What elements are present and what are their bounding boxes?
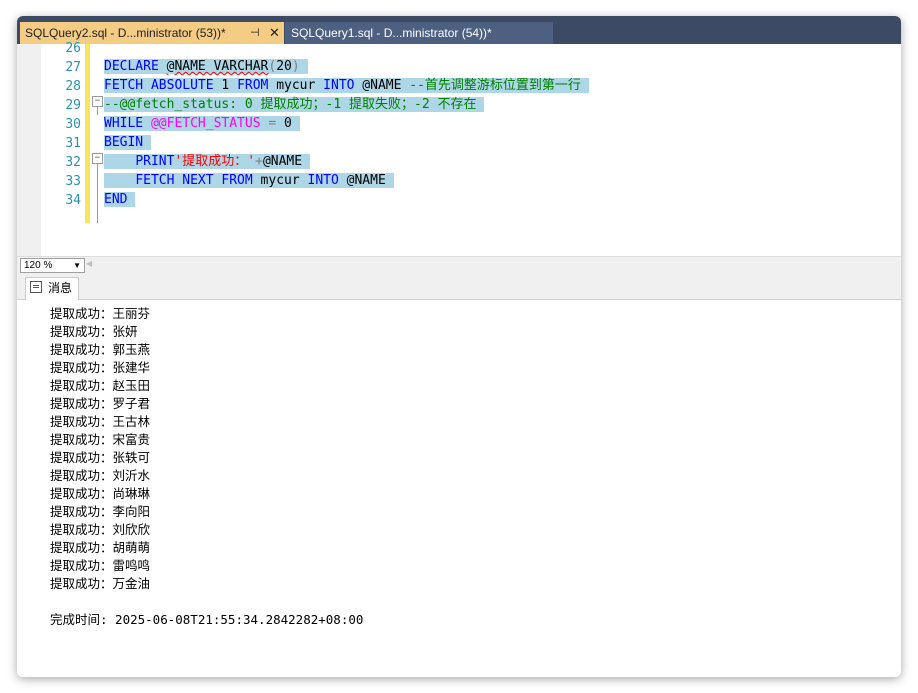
ssms-window: SQLQuery2.sql - D...ministrator (53))* ⊣… (17, 16, 901, 677)
code-token: 0 (276, 116, 292, 131)
code-token: --@@fetch_status: 0 提取成功；-1 提取失败；-2 不存在 (104, 97, 477, 112)
editor-status-bar: 120 % ▼ ◀ (17, 256, 901, 273)
selection-highlight: BEGIN (104, 135, 151, 150)
query-editor[interactable]: 26 − − 27 DECLARE @NAME VARCHAR(20) 28 FET… (17, 41, 901, 256)
code-token: @NAME (262, 154, 303, 169)
line-number: 27 (65, 60, 81, 75)
code-token: 20 (276, 59, 292, 74)
code-token: @NAME (354, 78, 410, 93)
line-number: 30 (65, 117, 81, 132)
code-token: INTO (307, 173, 339, 188)
results-tab-strip: 消息 (17, 273, 901, 300)
tab-messages[interactable]: 消息 (25, 277, 80, 300)
code-token: FETCH ABSOLUTE (104, 78, 214, 93)
editor-glyph-margin (17, 44, 41, 256)
code-line[interactable]: BEGIN (104, 134, 151, 152)
document-tab-bar: SQLQuery2.sql - D...ministrator (53))* ⊣… (17, 16, 901, 44)
selection-highlight: DECLARE @NAME VARCHAR(20) (104, 59, 308, 74)
message-line: 提取成功：李向阳 (50, 504, 151, 519)
code-line[interactable]: FETCH NEXT FROM mycur INTO @NAME (104, 172, 394, 190)
message-line: 提取成功：尚琳琳 (50, 486, 151, 501)
code-token: WHILE (104, 116, 144, 131)
line-number: 26 (65, 41, 81, 56)
message-line: 提取成功：王古林 (50, 414, 151, 429)
message-line: 提取成功：王丽芬 (50, 306, 151, 321)
tab-label: SQLQuery1.sql - D...ministrator (54))* (291, 26, 492, 40)
code-token: ) (291, 59, 300, 74)
zoom-value: 120 % (24, 260, 53, 271)
message-line: 提取成功：张建华 (50, 360, 151, 375)
message-line: 提取成功：刘沂水 (50, 468, 151, 483)
scroll-left-icon[interactable]: ◀ (86, 259, 92, 268)
line-number: 28 (65, 79, 81, 94)
selection-highlight: FETCH NEXT FROM mycur INTO @NAME (104, 173, 394, 188)
code-token: DECLARE (104, 59, 159, 74)
message-line: 提取成功：胡萌萌 (50, 540, 151, 555)
code-token: @NAME (338, 173, 386, 188)
message-line: 提取成功：张轶可 (50, 450, 151, 465)
change-tracking-bar (85, 44, 90, 223)
code-token: 1 (213, 78, 238, 93)
message-line: 提取成功：罗子君 (50, 396, 151, 411)
zoom-select[interactable]: 120 % ▼ (20, 258, 85, 273)
tab-messages-label: 消息 (48, 281, 73, 295)
code-token: INTO (323, 78, 355, 93)
message-line: 提取成功：郭玉燕 (50, 342, 151, 357)
message-line: 提取成功：张妍 (50, 324, 138, 339)
fold-toggle-icon[interactable]: − (92, 96, 103, 107)
message-line: 提取成功：雷鸣鸣 (50, 558, 151, 573)
code-token: END (104, 192, 128, 207)
code-token: + (255, 154, 263, 169)
code-token: @@FETCH_STATUS (150, 116, 261, 131)
close-icon[interactable]: ✕ (269, 22, 280, 44)
code-line[interactable]: PRINT'提取成功：'+@NAME (104, 153, 310, 171)
selection-highlight: --@@fetch_status: 0 提取成功；-1 提取失败；-2 不存在 (104, 97, 485, 112)
line-number: 34 (65, 193, 81, 208)
code-token: @NAME VARCHAR (166, 59, 269, 74)
line-number: 33 (65, 174, 81, 189)
code-token: mycur (252, 173, 308, 188)
message-line: 提取成功：宋富贵 (50, 432, 151, 447)
code-token: --首先调整游标位置到第一行 (409, 78, 581, 93)
code-token: mycur (268, 78, 324, 93)
line-number: 29 (65, 98, 81, 113)
message-line: 提取成功：赵玉田 (50, 378, 151, 393)
chevron-down-icon: ▼ (73, 261, 81, 270)
code-token: '提取成功：' (174, 154, 256, 169)
code-line[interactable]: WHILE @@FETCH_STATUS = 0 (104, 115, 300, 133)
line-number: 31 (65, 136, 81, 151)
code-line[interactable]: END (104, 191, 136, 209)
fold-toggle-icon[interactable]: − (92, 153, 103, 164)
selection-highlight: FETCH ABSOLUTE 1 FROM mycur INTO @NAME -… (104, 78, 589, 93)
fold-guide (97, 158, 98, 223)
code-token: PRINT (135, 154, 175, 169)
code-token: FROM (237, 78, 269, 93)
tab-sqlquery1[interactable]: SQLQuery1.sql - D...ministrator (54))* (285, 22, 553, 44)
code-token: BEGIN (104, 135, 144, 150)
code-line[interactable]: DECLARE @NAME VARCHAR(20) (104, 58, 308, 76)
selection-highlight: END (104, 192, 136, 207)
code-line[interactable]: FETCH ABSOLUTE 1 FROM mycur INTO @NAME -… (104, 77, 589, 95)
message-line: 提取成功：刘欣欣 (50, 522, 151, 537)
completion-time: 完成时间: 2025-06-08T21:55:34.2842282+08:00 (50, 612, 364, 627)
selection-highlight: WHILE @@FETCH_STATUS = 0 (104, 116, 300, 131)
line-number: 32 (65, 155, 81, 170)
code-line[interactable]: --@@fetch_status: 0 提取成功；-1 提取失败；-2 不存在 (104, 96, 485, 114)
message-icon (30, 281, 42, 293)
messages-pane: 提取成功：王丽芬 提取成功：张妍 提取成功：郭玉燕 提取成功：张建华 提取成功：赵玉田提… (17, 300, 901, 677)
selection-highlight: PRINT'提取成功：'+@NAME (104, 154, 310, 169)
code-token: FETCH NEXT FROM (135, 173, 253, 188)
message-line: 提取成功：万金油 (50, 576, 151, 591)
pin-icon[interactable]: ⊣ (250, 22, 260, 44)
